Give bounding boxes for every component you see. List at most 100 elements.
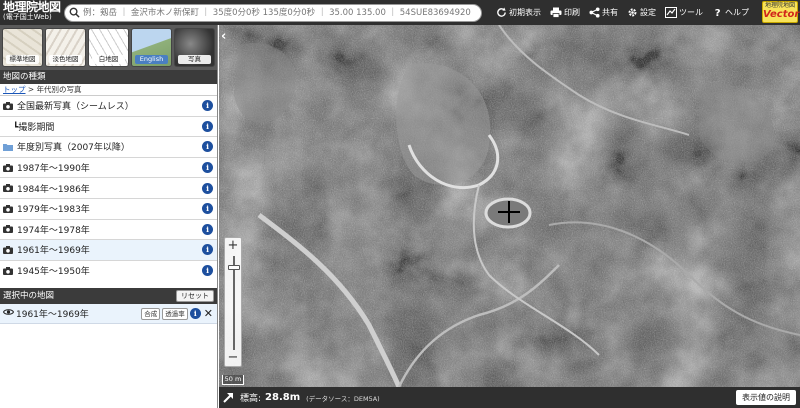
- layer-item-label: ┗撮影期間: [13, 122, 55, 133]
- help-label: ヘルプ: [725, 8, 749, 17]
- selected-maps-title: 選択中の地図: [3, 291, 55, 301]
- print-button[interactable]: 印刷: [550, 7, 580, 18]
- basemap-label: 淡色地図: [49, 55, 82, 64]
- info-icon[interactable]: i: [189, 308, 201, 319]
- info-icon[interactable]: i: [202, 182, 213, 194]
- explain-values-button[interactable]: 表示値の説明: [736, 390, 796, 405]
- zoom-out-button[interactable]: −: [225, 350, 241, 366]
- search-input[interactable]: [83, 5, 481, 20]
- selected-layer-row: 1961年～1969年 合成 透過率 i ✕: [0, 304, 217, 324]
- print-label: 印刷: [564, 8, 580, 17]
- status-bar: 標高: 28.8m (データソース：DEM5A) 表示値の説明: [219, 387, 800, 408]
- elevation-source: (データソース：DEM5A): [306, 394, 380, 403]
- share-icon: [589, 7, 600, 18]
- layer-item-latest-photo[interactable]: 全国最新写真（シームレス） i: [0, 96, 217, 117]
- composite-button[interactable]: 合成: [141, 307, 161, 320]
- selected-layer-label: 1961年～1969年: [16, 310, 89, 320]
- zoom-control: + −: [224, 237, 242, 367]
- logo-main-text: 地理院地図: [3, 0, 61, 14]
- search-icon: [69, 7, 80, 18]
- layer-item-label: 年度別写真（2007年以降）: [17, 143, 130, 154]
- map-view[interactable]: ‹ + − 50 m: [219, 25, 800, 387]
- camera-icon: [3, 163, 14, 172]
- info-icon[interactable]: i: [202, 203, 213, 215]
- breadcrumb-current: 年代別の写真: [36, 85, 82, 94]
- layer-item-1987-1990[interactable]: 1987年～1990年 i: [0, 158, 217, 179]
- info-icon[interactable]: i: [202, 100, 213, 112]
- layer-item-yearly-photo-folder[interactable]: 年度別写真（2007年以降） i: [0, 137, 217, 158]
- elevation-value: 28.8m: [265, 392, 301, 403]
- camera-icon: [3, 184, 14, 193]
- tools-button[interactable]: ツール: [665, 7, 703, 18]
- basemap-english[interactable]: English: [131, 28, 172, 67]
- app-logo[interactable]: 地理院地図 (電子国土Web): [0, 0, 62, 25]
- reset-button[interactable]: リセット: [176, 290, 214, 302]
- layer-item-1984-1986[interactable]: 1984年～1986年 i: [0, 178, 217, 199]
- svg-text:?: ?: [715, 8, 721, 18]
- basemap-label: 白地図: [92, 55, 125, 64]
- camera-icon: [3, 245, 14, 254]
- eye-icon[interactable]: [2, 308, 15, 319]
- layer-item-label: 1979年～1983年: [17, 205, 90, 216]
- vector-badge[interactable]: 地理院地図 Vector: [762, 1, 800, 23]
- search-box[interactable]: [64, 3, 482, 22]
- layer-item-label: 1961年～1969年: [17, 246, 90, 257]
- basemap-standard[interactable]: 標準地図: [2, 28, 43, 67]
- zoom-slider-track[interactable]: [233, 256, 235, 350]
- reset-view-button[interactable]: 初期表示: [496, 7, 541, 18]
- share-button[interactable]: 共有: [589, 7, 618, 18]
- refresh-icon: [497, 7, 506, 17]
- layer-item-shooting-period[interactable]: ┗撮影期間 i: [0, 117, 217, 138]
- basemap-label: 写真: [178, 55, 211, 64]
- camera-icon: [3, 225, 14, 234]
- layer-item-1974-1978[interactable]: 1974年～1978年 i: [0, 220, 217, 241]
- info-icon[interactable]: i: [202, 244, 213, 256]
- layer-item-label: 1974年～1978年: [17, 225, 90, 236]
- layer-list: 全国最新写真（シームレス） i ┗撮影期間 i 年度別写真（2007年以降） i…: [0, 96, 217, 276]
- opacity-button[interactable]: 透過率: [162, 307, 188, 320]
- layer-item-1961-1969[interactable]: 1961年～1969年 i: [0, 240, 217, 261]
- breadcrumb-top-link[interactable]: トップ: [3, 85, 26, 94]
- layer-item-label: 1984年～1986年: [17, 184, 90, 195]
- folder-icon: [3, 143, 14, 151]
- layer-item-label: 1945年～1950年: [17, 267, 90, 276]
- layer-item-1979-1983[interactable]: 1979年～1983年 i: [0, 199, 217, 220]
- vector-badge-main: Vector: [763, 9, 800, 20]
- camera-icon: [3, 101, 14, 110]
- toolbar: 初期表示 印刷 共有 設定 ツール ? ヘルプ: [496, 0, 758, 25]
- help-button[interactable]: ? ヘルプ: [712, 7, 749, 18]
- left-panel: 標準地図 淡色地図 白地図 English 写真 地図の種類 トップ > 年代別…: [0, 25, 218, 408]
- expand-arrow-icon[interactable]: [223, 392, 234, 403]
- breadcrumb: トップ > 年代別の写真: [0, 84, 217, 96]
- close-icon[interactable]: ✕: [204, 308, 213, 319]
- info-icon[interactable]: i: [202, 223, 213, 235]
- info-icon[interactable]: i: [202, 120, 213, 132]
- basemap-label: 標準地図: [6, 55, 39, 64]
- basemap-blank[interactable]: 白地図: [88, 28, 129, 67]
- basemap-selector: 標準地図 淡色地図 白地図 English 写真: [0, 25, 217, 70]
- top-bar: 地理院地図 (電子国土Web) 初期表示 印刷 共有 設定 ツール ? ヘルプ: [0, 0, 800, 25]
- layer-item-label: 全国最新写真（シームレス）: [17, 102, 134, 113]
- gear-icon: [628, 8, 637, 17]
- info-icon[interactable]: i: [202, 141, 213, 153]
- settings-label: 設定: [640, 8, 656, 17]
- basemap-photo[interactable]: 写真: [174, 28, 215, 67]
- camera-icon: [3, 204, 14, 213]
- settings-button[interactable]: 設定: [627, 7, 656, 18]
- logo-sub-text: (電子国土Web): [3, 13, 52, 21]
- crosshair-icon: [498, 201, 520, 223]
- info-icon[interactable]: i: [202, 265, 213, 276]
- basemap-label: English: [135, 55, 168, 64]
- layer-item-label: 1987年～1990年: [17, 164, 90, 175]
- info-icon[interactable]: i: [202, 162, 213, 174]
- elevation-label: 標高:: [240, 394, 262, 404]
- selected-maps-heading: 選択中の地図 リセット: [0, 288, 217, 304]
- help-icon: ?: [715, 8, 721, 18]
- layer-item-1945-1950[interactable]: 1945年～1950年 i: [0, 261, 217, 276]
- zoom-in-button[interactable]: +: [225, 238, 241, 254]
- share-label: 共有: [602, 8, 618, 17]
- zoom-slider-handle[interactable]: [228, 265, 240, 270]
- basemap-pale[interactable]: 淡色地図: [45, 28, 86, 67]
- camera-icon: [3, 266, 14, 275]
- panel-collapse-icon[interactable]: ‹: [221, 29, 226, 44]
